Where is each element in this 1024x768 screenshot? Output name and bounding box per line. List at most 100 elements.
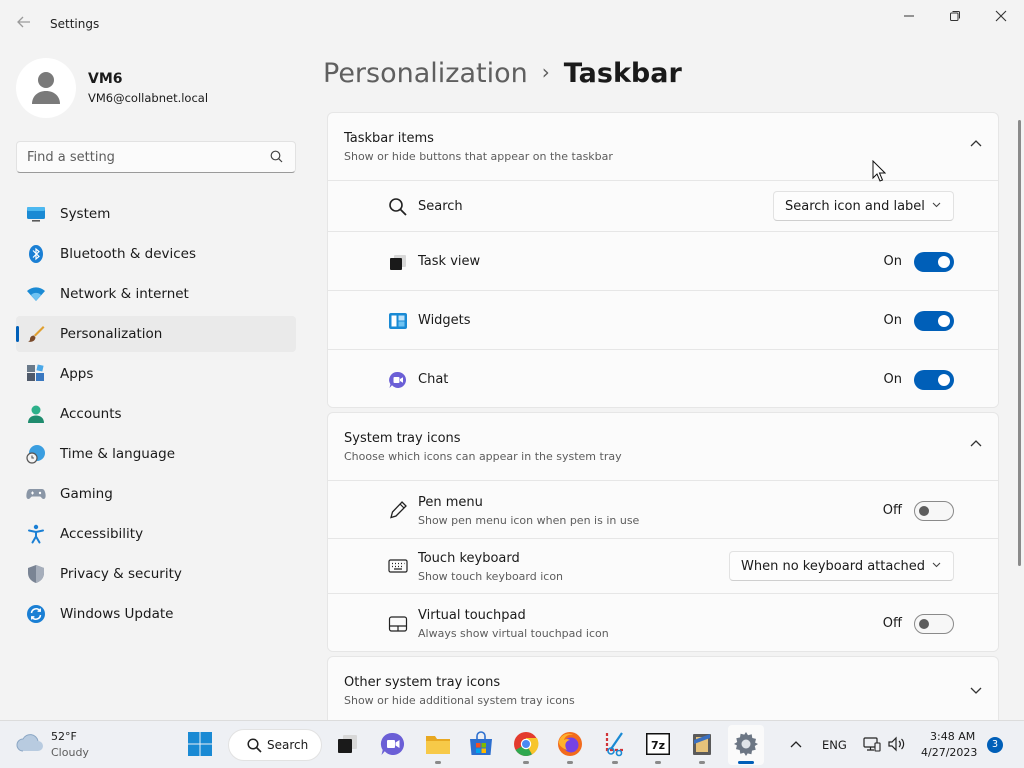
sidebar-item-personalization[interactable]: Personalization	[16, 316, 296, 352]
input-language-indicator[interactable]: ENG	[822, 738, 847, 752]
chevron-down-icon	[932, 562, 941, 568]
mouse-cursor-icon	[872, 160, 886, 182]
close-icon	[995, 10, 1007, 22]
search-label: Search	[418, 199, 463, 214]
taskbar-items-header[interactable]: Taskbar items Show or hide buttons that …	[328, 113, 998, 181]
sidebar-item-system[interactable]: System	[16, 196, 296, 232]
section-subtitle: Show or hide additional system tray icon…	[344, 694, 575, 707]
pen-menu-description: Show pen menu icon when pen is in use	[418, 514, 640, 527]
breadcrumb-parent-link[interactable]: Personalization	[323, 58, 528, 89]
task-view-icon[interactable]	[335, 731, 361, 757]
user-email: VM6@collabnet.local	[88, 91, 209, 105]
other-tray-header[interactable]: Other system tray icons Show or hide add…	[328, 657, 998, 725]
shield-icon	[28, 565, 44, 583]
system-tray-header[interactable]: System tray icons Choose which icons can…	[328, 413, 998, 481]
sidebar-item-label: Apps	[60, 366, 94, 382]
windows-start-icon[interactable]	[187, 731, 213, 757]
pen-menu-label: Pen menu	[418, 495, 483, 510]
virtual-touchpad-row: Virtual touchpad Always show virtual tou…	[328, 594, 998, 651]
chevron-down-icon[interactable]	[970, 687, 982, 695]
sidebar-item-label: Windows Update	[60, 606, 174, 622]
7zip-icon[interactable]: 7z	[645, 731, 671, 757]
avatar[interactable]	[16, 58, 76, 118]
sidebar-item-windows-update[interactable]: Windows Update	[16, 596, 296, 632]
sidebar-item-bluetooth[interactable]: Bluetooth & devices	[16, 236, 296, 272]
gamepad-icon	[26, 489, 46, 499]
firefox-icon[interactable]	[557, 731, 583, 757]
touch-keyboard-dropdown[interactable]: When no keyboard attached	[729, 551, 954, 581]
sidebar-item-accessibility[interactable]: Accessibility	[16, 516, 296, 552]
display-icon	[27, 207, 45, 222]
weather-description: Cloudy	[51, 746, 89, 759]
sidebar-item-accounts[interactable]: Accounts	[16, 396, 296, 432]
person-icon	[32, 72, 60, 104]
chat-toggle[interactable]	[914, 370, 954, 390]
search-icon	[247, 738, 262, 753]
search-mode-dropdown[interactable]: Search icon and label	[773, 191, 954, 221]
apps-icon	[27, 364, 44, 381]
toggle-state-text: Off	[882, 616, 902, 631]
sidebar-item-gaming[interactable]: Gaming	[16, 476, 296, 512]
content-scrollbar[interactable]	[1018, 120, 1021, 566]
running-indicator	[523, 761, 529, 764]
settings-gear-icon[interactable]	[733, 731, 759, 757]
sidebar-nav: System Bluetooth & devices Network & int…	[16, 196, 296, 636]
store-icon[interactable]	[468, 731, 494, 757]
running-indicator	[655, 761, 661, 764]
widgets-toggle[interactable]	[914, 311, 954, 331]
chevron-up-icon[interactable]	[790, 740, 802, 748]
touch-keyboard-description: Show touch keyboard icon	[418, 570, 564, 583]
chat-row: Chat On	[328, 350, 998, 407]
taskbar-search-button[interactable]: Search	[228, 729, 322, 761]
running-indicator	[567, 761, 573, 764]
widgets-label: Widgets	[418, 313, 471, 328]
other-tray-section: Other system tray icons Show or hide add…	[327, 656, 999, 726]
close-button[interactable]	[978, 4, 1024, 28]
notification-badge[interactable]: 3	[987, 737, 1003, 753]
section-subtitle: Show or hide buttons that appear on the …	[344, 150, 613, 163]
bluetooth-icon	[29, 245, 43, 263]
sidebar-item-time-language[interactable]: Time & language	[16, 436, 296, 472]
find-setting-input[interactable]: Find a setting	[16, 141, 296, 173]
cloud-icon[interactable]	[16, 733, 44, 753]
chrome-icon[interactable]	[513, 731, 539, 757]
snipping-tool-icon[interactable]	[602, 731, 628, 757]
sidebar-item-label: Gaming	[60, 486, 113, 502]
search-placeholder: Find a setting	[27, 150, 115, 165]
sidebar-item-label: Bluetooth & devices	[60, 246, 197, 262]
file-explorer-icon[interactable]	[425, 731, 451, 757]
chevron-up-icon[interactable]	[970, 139, 982, 147]
clock-time[interactable]: 3:48 AM	[930, 730, 975, 743]
minimize-button[interactable]	[886, 4, 932, 28]
clock-date[interactable]: 4/27/2023	[921, 746, 977, 759]
dropdown-value: When no keyboard attached	[741, 559, 925, 574]
sidebar-item-label: Time & language	[60, 446, 176, 462]
widgets-row: Widgets On	[328, 291, 998, 350]
chevron-up-icon[interactable]	[970, 439, 982, 447]
network-icon[interactable]	[863, 736, 881, 752]
sidebar-item-privacy-security[interactable]: Privacy & security	[16, 556, 296, 592]
weather-temperature: 52°F	[51, 730, 77, 743]
archive-tool-icon[interactable]	[689, 731, 715, 757]
toggle-state-text: On	[883, 313, 902, 328]
person-icon	[28, 405, 44, 423]
sidebar-item-label: Personalization	[60, 326, 163, 342]
pen-menu-row: Pen menu Show pen menu icon when pen is …	[328, 481, 998, 539]
volume-icon[interactable]	[888, 736, 906, 752]
task-view-label: Task view	[418, 254, 481, 269]
sidebar-item-network[interactable]: Network & internet	[16, 276, 296, 312]
widgets-icon	[389, 313, 407, 329]
minimize-icon	[904, 15, 914, 17]
task-view-toggle[interactable]	[914, 252, 954, 272]
toggle-state-text: On	[883, 254, 902, 269]
chat-icon	[389, 371, 406, 388]
restore-button[interactable]	[932, 4, 978, 28]
svg-text:7z: 7z	[651, 739, 665, 752]
chat-icon[interactable]	[380, 731, 406, 757]
sidebar-item-apps[interactable]: Apps	[16, 356, 296, 392]
virtual-touchpad-toggle[interactable]	[914, 614, 954, 634]
pen-menu-toggle[interactable]	[914, 501, 954, 521]
back-button[interactable]	[12, 12, 36, 36]
breadcrumb-separator: ›	[541, 60, 550, 84]
sidebar-item-label: System	[60, 206, 111, 222]
